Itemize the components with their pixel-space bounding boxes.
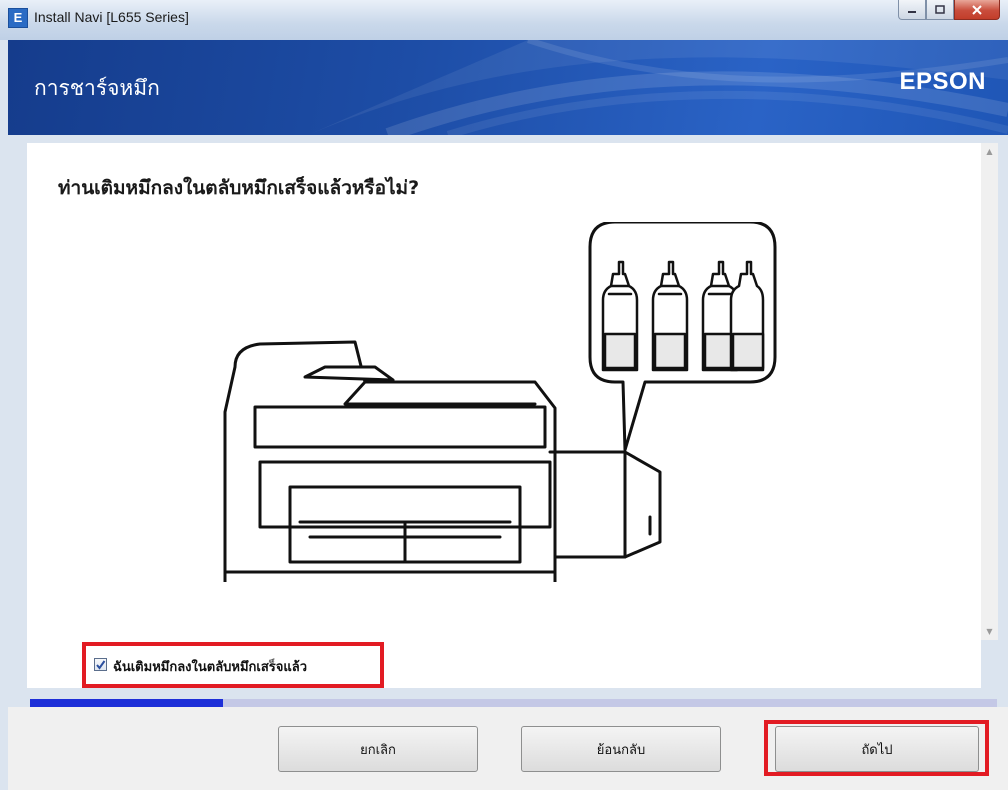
maximize-button[interactable]: [926, 0, 954, 20]
window-controls: [898, 0, 1000, 22]
page-title: การชาร์จหมึก: [34, 76, 160, 100]
confirm-checkbox-label[interactable]: ฉันเติมหมึกลงในตลับหมึกเสร็จแล้ว: [113, 656, 307, 677]
close-button[interactable]: [954, 0, 1000, 20]
install-progress-fill: [30, 699, 224, 707]
vertical-scrollbar[interactable]: ▲ ▼: [981, 143, 998, 640]
next-highlight-frame: [764, 720, 989, 776]
minimize-button[interactable]: [898, 0, 926, 20]
close-icon: [972, 4, 982, 15]
install-progress-bar: [30, 699, 997, 707]
app-icon: E: [8, 8, 28, 28]
installer-window: E Install Navi [L655 Series] การชาร์จหมึ…: [0, 0, 1008, 790]
minimize-icon: [908, 10, 916, 13]
back-button[interactable]: ย้อนกลับ: [521, 726, 721, 772]
confirm-checkbox[interactable]: [94, 658, 107, 671]
printer-ink-illustration: [223, 222, 777, 582]
scroll-up-icon[interactable]: ▲: [981, 143, 998, 160]
scroll-down-icon[interactable]: ▼: [981, 623, 998, 640]
header-banner: การชาร์จหมึก EPSON: [8, 40, 1008, 135]
title-bar[interactable]: E Install Navi [L655 Series]: [0, 0, 1008, 40]
brand-logo: EPSON: [899, 68, 986, 95]
question-heading: ท่านเติมหมึกลงในตลับหมึกเสร็จแล้วหรือไม่…: [58, 177, 420, 199]
maximize-icon: [935, 5, 945, 14]
cancel-button[interactable]: ยกเลิก: [278, 726, 478, 772]
window-title: Install Navi [L655 Series]: [34, 9, 189, 25]
checkmark-icon: [96, 660, 106, 670]
